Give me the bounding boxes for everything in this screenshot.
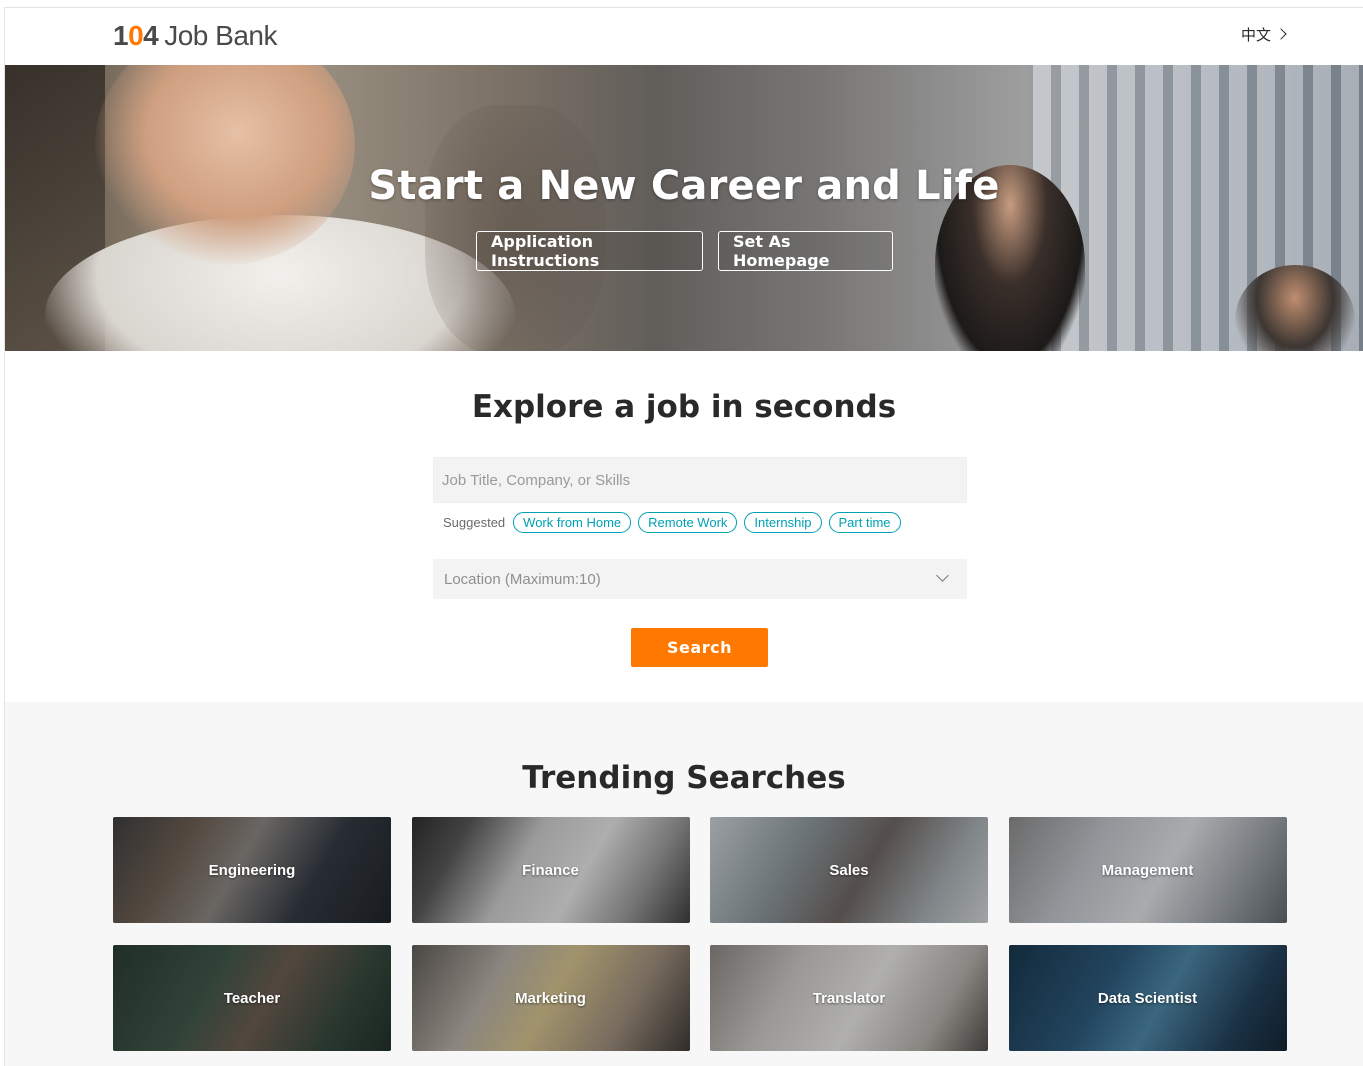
trending-title: Trending Searches (522, 760, 846, 796)
trending-grid: Engineering Finance Sales Management Tea… (113, 817, 1287, 1051)
location-select[interactable]: Location (Maximum:10) (433, 559, 967, 599)
top-header: 1 0 4 Job Bank 中文 (5, 8, 1363, 65)
suggested-tag-remote-work[interactable]: Remote Work (638, 512, 738, 533)
trending-card-finance[interactable]: Finance (411, 817, 690, 923)
trending-card-label: Teacher (223, 989, 281, 1007)
chevron-down-icon (936, 569, 949, 582)
logo-digit-0: 0 (128, 20, 144, 51)
suggested-label: Suggested (443, 515, 506, 530)
trending-card-label: Translator (812, 989, 886, 1007)
search-button[interactable]: Search (631, 628, 768, 667)
trending-card-label: Engineering (208, 861, 296, 879)
keyword-search-input[interactable] (433, 457, 967, 503)
search-section: Explore a job in seconds Suggested Work … (5, 351, 1363, 702)
logo-digit-4: 4 (143, 20, 159, 51)
suggested-tag-internship[interactable]: Internship (744, 512, 822, 533)
trending-card-marketing[interactable]: Marketing (411, 945, 690, 1051)
search-title: Explore a job in seconds (471, 389, 897, 425)
suggested-tag-work-from-home[interactable]: Work from Home (513, 512, 632, 533)
trending-card-translator[interactable]: Translator (710, 945, 988, 1051)
trending-card-label: Management (1101, 861, 1194, 879)
chevron-right-icon (1275, 27, 1287, 40)
trending-card-label: Finance (522, 861, 579, 879)
trending-section: Trending Searches Engineering Finance Sa… (5, 702, 1363, 1066)
language-label: 中文 (1240, 26, 1271, 44)
language-switch[interactable]: 中文 (1240, 24, 1287, 45)
page-frame: 1 0 4 Job Bank 中文 Start a New Career and Li… (4, 7, 1363, 1066)
logo-wordmark: Job Bank (164, 20, 277, 51)
trending-card-sales[interactable]: Sales (710, 817, 988, 923)
suggested-tag-part-time[interactable]: Part time (828, 512, 901, 533)
application-instructions-button[interactable]: Application Instructions (476, 231, 703, 271)
hero-photo-blur (425, 105, 605, 351)
trending-card-data-scientist[interactable]: Data Scientist (1008, 945, 1287, 1051)
hero-title: Start a New Career and Life (368, 163, 1000, 209)
site-logo[interactable]: 1 0 4 Job Bank (113, 19, 277, 53)
location-placeholder: Location (Maximum:10) (444, 570, 601, 588)
hero-banner: Start a New Career and Life Application … (5, 65, 1363, 351)
trending-card-label: Sales (829, 861, 869, 879)
trending-card-management[interactable]: Management (1008, 817, 1287, 923)
trending-card-label: Data Scientist (1097, 989, 1198, 1007)
trending-card-teacher[interactable]: Teacher (113, 945, 391, 1051)
suggested-tags: Suggested Work from Home Remote Work Int… (443, 512, 901, 533)
trending-card-label: Marketing (515, 989, 586, 1007)
trending-card-engineering[interactable]: Engineering (113, 817, 391, 923)
hero-buttons: Application Instructions Set As Homepage (5, 231, 1363, 271)
logo-digit-1: 1 (113, 20, 129, 51)
set-as-homepage-button[interactable]: Set As Homepage (718, 231, 893, 271)
